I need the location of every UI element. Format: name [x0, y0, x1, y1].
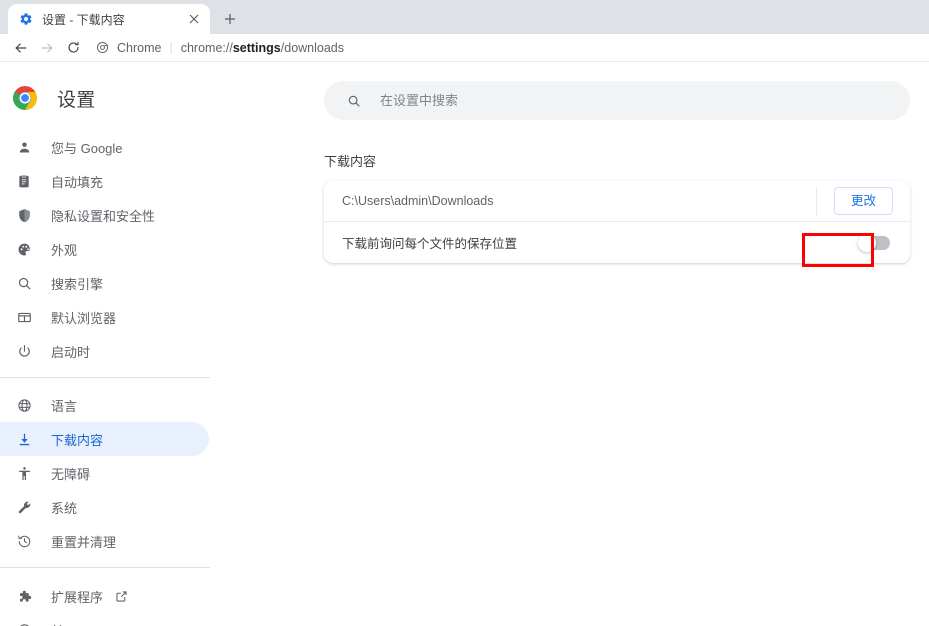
browser-tab[interactable]: 设置 - 下载内容	[8, 4, 210, 34]
url-suffix: /downloads	[280, 40, 345, 55]
change-download-location-button[interactable]: 更改	[833, 187, 893, 215]
page-title: 设置	[57, 89, 96, 111]
sidebar-item-label: 搜索引擎	[51, 276, 104, 292]
search-icon	[14, 273, 34, 293]
omnibox-separator: |	[169, 40, 173, 55]
sidebar-item-label: 语言	[51, 398, 78, 414]
sidebar-item-languages[interactable]: 语言	[0, 388, 209, 422]
clipboard-icon	[14, 171, 34, 191]
wrench-icon	[14, 497, 34, 517]
sidebar-item-label: 隐私设置和安全性	[51, 208, 156, 224]
settings-main: 下载内容 C:\Users\admin\Downloads 更改 下载前询问每个…	[252, 62, 929, 626]
omnibox-site-label: Chrome	[117, 40, 162, 55]
sidebar-item-system[interactable]: 系统	[0, 490, 209, 524]
sidebar-item-search-engine[interactable]: 搜索引擎	[0, 266, 209, 300]
ask-where-to-save-row: 下载前询问每个文件的保存位置	[324, 222, 910, 263]
search-icon	[346, 93, 362, 109]
sidebar-item-privacy-security[interactable]: 隐私设置和安全性	[0, 198, 209, 232]
omnibox-url: chrome://settings/downloads	[181, 41, 344, 55]
url-bold-segment: settings	[232, 40, 281, 55]
sidebar-item-on-startup[interactable]: 启动时	[0, 334, 209, 368]
shield-icon	[14, 205, 34, 225]
chrome-logo-icon	[12, 85, 38, 111]
chrome-outline-icon	[14, 620, 34, 626]
tab-strip: 设置 - 下载内容	[0, 0, 929, 34]
history-restore-icon	[14, 531, 34, 551]
download-location-row: C:\Users\admin\Downloads 更改	[324, 181, 910, 222]
sidebar-item-label: 启动时	[51, 344, 91, 360]
sidebar-item-accessibility[interactable]: 无障碍	[0, 456, 209, 490]
tab-title: 设置 - 下载内容	[42, 12, 125, 27]
sidebar-group-primary: 您与 Google 自动填充 隐私设置和安全性 外观 搜索引擎 默认浏览器 启动…	[0, 126, 252, 368]
settings-sidebar: 设置 您与 Google 自动填充 隐私设置和安全性 外观 搜索引擎 默认浏览器…	[0, 62, 252, 626]
sidebar-item-label: 自动填充	[51, 174, 104, 190]
puzzle-icon	[14, 586, 34, 606]
sidebar-item-you-and-google[interactable]: 您与 Google	[0, 130, 209, 164]
sidebar-item-label: 系统	[51, 500, 78, 516]
sidebar-item-autofill[interactable]: 自动填充	[0, 164, 209, 198]
url-prefix: chrome://	[180, 40, 233, 55]
globe-icon	[14, 395, 34, 415]
reload-icon[interactable]	[60, 35, 86, 61]
gear-icon	[18, 11, 34, 27]
power-icon	[14, 341, 34, 361]
chrome-outline-icon	[94, 40, 110, 56]
browser-toolbar: Chrome | chrome://settings/downloads	[0, 34, 929, 62]
palette-icon	[14, 239, 34, 259]
search-input[interactable]	[380, 93, 910, 108]
address-bar[interactable]: Chrome | chrome://settings/downloads	[94, 37, 921, 59]
section-title-downloads: 下载内容	[324, 154, 377, 169]
accessibility-icon	[14, 463, 34, 483]
sidebar-item-label: 下载内容	[51, 432, 104, 448]
sidebar-item-appearance[interactable]: 外观	[0, 232, 209, 266]
ask-where-to-save-toggle[interactable]	[858, 233, 890, 252]
forward-arrow-icon	[34, 35, 60, 61]
sidebar-item-extensions[interactable]: 扩展程序	[0, 579, 209, 613]
sidebar-item-label: 默认浏览器	[51, 310, 117, 326]
sidebar-item-downloads[interactable]: 下载内容	[0, 422, 209, 456]
sidebar-item-label: 外观	[51, 242, 78, 258]
ask-where-to-save-label: 下载前询问每个文件的保存位置	[342, 237, 518, 251]
browser-window-icon	[14, 307, 34, 327]
sidebar-item-label: 关于 Chrome	[51, 621, 127, 626]
external-link-icon[interactable]	[114, 589, 128, 603]
sidebar-group-tertiary: 扩展程序 关于 Chrome	[0, 568, 252, 626]
toggle-knob	[858, 233, 876, 252]
download-path-value: C:\Users\admin\Downloads	[342, 194, 494, 208]
settings-search-box[interactable]	[324, 81, 910, 120]
sidebar-item-label: 无障碍	[51, 466, 91, 482]
browser-chrome: 设置 - 下载内容 Chrome | chrome://settings/dow…	[0, 0, 929, 62]
new-tab-button[interactable]	[216, 5, 244, 33]
sidebar-item-reset-cleanup[interactable]: 重置并清理	[0, 524, 209, 558]
sidebar-item-label: 您与 Google	[51, 140, 123, 156]
downloads-settings-card: C:\Users\admin\Downloads 更改 下载前询问每个文件的保存…	[324, 181, 910, 267]
settings-page: 设置 您与 Google 自动填充 隐私设置和安全性 外观 搜索引擎 默认浏览器…	[0, 62, 929, 626]
sidebar-group-secondary: 语言 下载内容 无障碍 系统 重置并清理	[0, 378, 252, 558]
download-icon	[14, 429, 34, 449]
settings-header: 设置	[0, 70, 252, 126]
person-icon	[14, 137, 34, 157]
row-vertical-divider	[815, 187, 817, 215]
sidebar-item-default-browser[interactable]: 默认浏览器	[0, 300, 209, 334]
search-section	[324, 81, 910, 120]
back-arrow-icon[interactable]	[8, 35, 34, 61]
sidebar-item-label: 扩展程序	[51, 589, 104, 605]
sidebar-item-label: 重置并清理	[51, 534, 117, 550]
sidebar-item-about-chrome[interactable]: 关于 Chrome	[0, 613, 209, 626]
close-icon[interactable]	[186, 11, 202, 27]
